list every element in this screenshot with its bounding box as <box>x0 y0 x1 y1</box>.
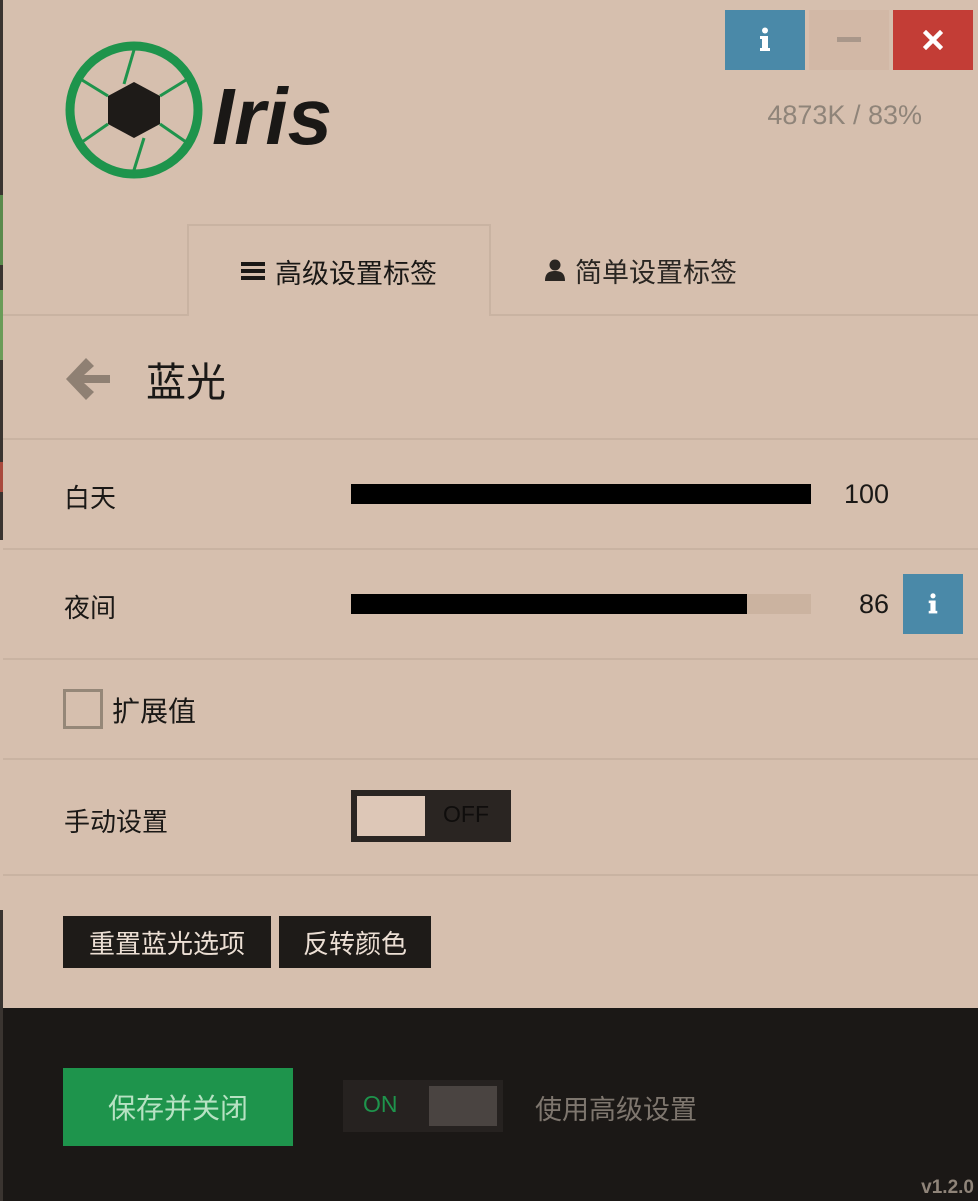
reset-blue-light-button[interactable]: 重置蓝光选项 <box>63 916 271 968</box>
night-info-button[interactable] <box>903 574 963 634</box>
manual-toggle-state: OFF <box>443 801 489 827</box>
day-slider-fill <box>351 484 811 504</box>
day-label: 白天 <box>64 484 117 514</box>
day-slider[interactable] <box>351 484 811 504</box>
extended-values-label: 扩展值 <box>112 695 197 728</box>
invert-colors-button[interactable]: 反转颜色 <box>279 916 431 968</box>
divider <box>3 758 978 760</box>
close-button[interactable] <box>893 10 973 70</box>
color-temp-brightness: 4873K / 83% <box>767 100 922 130</box>
tab-advanced-label: 高级设置标签 <box>275 258 437 290</box>
arrow-left-icon[interactable] <box>62 354 112 404</box>
advanced-settings-label: 使用高级设置 <box>535 1095 697 1126</box>
tab-simple-label: 简单设置标签 <box>575 257 737 289</box>
toggle-knob <box>357 796 425 836</box>
night-slider-fill <box>351 594 747 614</box>
night-value: 86 <box>858 589 889 619</box>
advanced-settings-toggle[interactable]: ON <box>343 1080 503 1132</box>
minimize-button[interactable] <box>809 10 889 70</box>
divider <box>3 548 978 550</box>
app-name: Iris <box>212 72 332 161</box>
version-label: v1.2.0 <box>921 1177 974 1198</box>
section-header: 蓝光 <box>62 344 226 414</box>
tab-simple[interactable]: 简单设置标签 <box>491 224 791 316</box>
info-icon <box>928 593 938 614</box>
day-value: 100 <box>843 479 889 509</box>
info-icon <box>760 27 770 51</box>
manual-label: 手动设置 <box>64 808 169 838</box>
night-label: 夜间 <box>64 594 117 624</box>
close-icon <box>923 30 943 50</box>
divider <box>3 874 978 876</box>
manual-toggle[interactable]: OFF <box>351 790 511 842</box>
tab-advanced[interactable]: 高级设置标签 <box>187 224 491 316</box>
divider <box>3 658 978 660</box>
info-button[interactable] <box>725 10 805 70</box>
divider <box>3 438 978 440</box>
minimize-icon <box>837 37 861 42</box>
advanced-toggle-state: ON <box>363 1091 398 1117</box>
user-icon <box>545 259 565 281</box>
iris-logo: Iris <box>62 38 362 184</box>
menu-icon <box>241 262 265 280</box>
extended-values-checkbox[interactable] <box>63 689 103 729</box>
section-title: 蓝光 <box>146 360 226 406</box>
night-slider[interactable] <box>351 594 811 614</box>
toggle-knob <box>429 1086 497 1126</box>
save-and-close-button[interactable]: 保存并关闭 <box>63 1068 293 1146</box>
